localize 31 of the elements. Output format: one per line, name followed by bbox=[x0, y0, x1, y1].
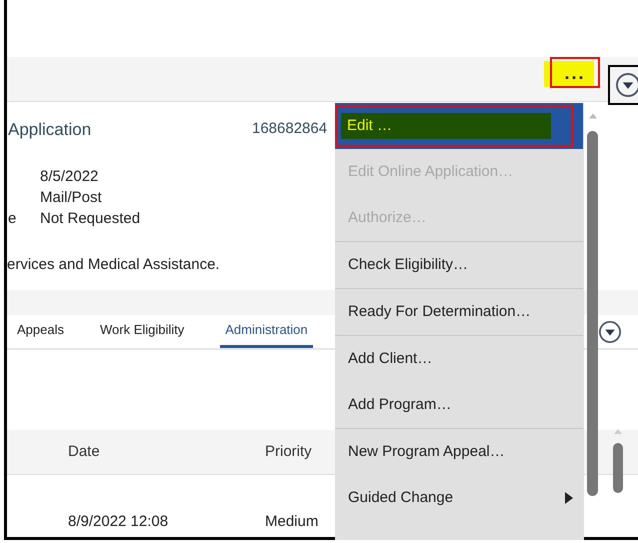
description-text: ervices and Medical Assistance. bbox=[7, 255, 220, 275]
table-cell-text: 8/9/2022 12:08 bbox=[68, 512, 170, 532]
menu-item[interactable]: Add Program… bbox=[335, 382, 583, 428]
menu-item-label: Edit … bbox=[341, 113, 551, 139]
dropdown-button[interactable] bbox=[608, 65, 638, 105]
record-title: Application bbox=[8, 119, 92, 141]
column-header: Date bbox=[68, 442, 101, 462]
detail-value: Mail/Post bbox=[40, 188, 102, 208]
scroll-up-icon bbox=[588, 113, 598, 119]
chevron-down-icon bbox=[616, 73, 638, 97]
table-cell-text: Medium bbox=[265, 512, 318, 532]
menu-item[interactable]: Ready For Determination… bbox=[335, 289, 583, 335]
tab[interactable]: Administration bbox=[220, 315, 313, 348]
record-number: 168682864 bbox=[252, 119, 328, 139]
menu-item[interactable]: Check Eligibility… bbox=[335, 242, 583, 288]
scrollbar bbox=[613, 443, 623, 493]
menu-item[interactable]: New Program Appeal… bbox=[335, 429, 583, 475]
scroll-up-icon bbox=[613, 427, 623, 435]
column-header: Priority bbox=[265, 442, 312, 462]
tab[interactable]: Work Eligibility bbox=[100, 315, 184, 348]
detail-label: e bbox=[8, 210, 16, 228]
menu-item[interactable]: Edit … bbox=[335, 103, 583, 149]
menu-item[interactable]: Guided Change bbox=[335, 475, 583, 521]
menu-item[interactable]: Add Client… bbox=[335, 336, 583, 382]
more-button[interactable]: ... bbox=[550, 57, 600, 88]
detail-value: 8/5/2022 bbox=[40, 167, 98, 188]
submenu-arrow-icon bbox=[564, 492, 573, 504]
chevron-down-icon bbox=[599, 321, 621, 343]
detail-value: Not Requested bbox=[40, 209, 140, 230]
highlight-mark bbox=[544, 61, 594, 87]
tab[interactable]: Appeals bbox=[17, 315, 64, 348]
